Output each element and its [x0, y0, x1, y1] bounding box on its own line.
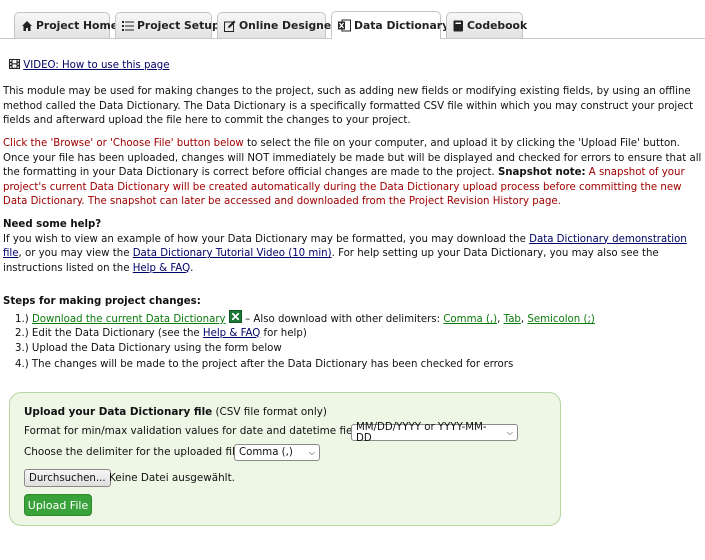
steps-list: 1.) Download the current Data Dictionary… [15, 310, 595, 372]
tab-label: Online Designer [239, 19, 337, 32]
video-link-row: VIDEO: How to use this page [9, 59, 170, 72]
tutorial-video-link[interactable]: Data Dictionary Tutorial Video (10 min) [133, 248, 332, 259]
help-section: Need some help? If you wish to view an e… [3, 218, 703, 276]
download-dictionary-link[interactable]: Download the current Data Dictionary [32, 314, 226, 325]
upload-title: Upload your Data Dictionary file [24, 406, 213, 418]
tab-project-home[interactable]: Project Home [14, 12, 118, 38]
tab-bar: Project Home Project Setup Online Design… [0, 0, 705, 39]
snapshot-label: Snapshot note: [497, 167, 586, 179]
tab-online-designer[interactable]: Online Designer [217, 12, 337, 38]
help-text: If you wish to view an example of how yo… [3, 233, 530, 245]
help-faq-link[interactable]: Help & FAQ [133, 263, 190, 274]
date-format-select[interactable]: MM/DD/YYYY or YYYY-MM-DD ⌵ [351, 421, 518, 444]
chevron-down-icon: ⌵ [308, 447, 315, 457]
tab-label: Project Setup [137, 19, 220, 32]
download-comma-link[interactable]: Comma (,) [443, 314, 497, 325]
excel-file-icon [228, 310, 242, 323]
tab-label: Codebook [467, 19, 528, 32]
video-link[interactable]: VIDEO: How to use this page [23, 60, 169, 71]
date-format-value: MM/DD/YYYY or YYYY-MM-DD [356, 421, 487, 444]
steps-heading: Steps for making project changes: [3, 296, 201, 307]
help-heading: Need some help? [3, 219, 102, 230]
tab-label: Data Dictionary [354, 19, 450, 32]
step-1: 1.) Download the current Data Dictionary… [15, 310, 595, 326]
help-faq-link-2[interactable]: Help & FAQ [203, 328, 260, 339]
date-format-label: Format for min/max validation values for… [24, 425, 371, 437]
step-4: 4.) The changes will be made to the proj… [15, 358, 514, 370]
upload-file-button[interactable]: Upload File [24, 494, 92, 516]
tab-data-dictionary[interactable]: Data Dictionary [331, 11, 449, 39]
intro-text: This module may be used for making chang… [3, 86, 694, 127]
instructions-text: Click the 'Browse' or 'Choose File' butt… [3, 137, 703, 210]
download-semicolon-link[interactable]: Semicolon (;) [527, 314, 594, 325]
book-icon [453, 19, 464, 33]
edit-icon [224, 19, 236, 33]
step-text: for help) [260, 327, 307, 339]
upload-panel: Upload your Data Dictionary file (CSV fi… [9, 392, 561, 526]
step-3: 3.) Upload the Data Dictionary using the… [15, 343, 282, 354]
delimiter-select[interactable]: Comma (,) ⌵ [234, 444, 320, 461]
delimiter-label: Choose the delimiter for the uploaded fi… [24, 446, 245, 458]
chevron-down-icon: ⌵ [506, 427, 513, 437]
tab-codebook[interactable]: Codebook [446, 12, 527, 38]
delimiter-value: Comma (,) [239, 447, 293, 458]
excel-icon [338, 19, 351, 33]
no-file-text: Keine Datei ausgewählt. [109, 472, 235, 484]
tab-label: Project Home [36, 19, 119, 32]
film-icon [9, 59, 20, 72]
step-2: 2.) Edit the Data Dictionary (see the He… [15, 326, 595, 342]
instructions-browse-note: Click the 'Browse' or 'Choose File' butt… [3, 138, 244, 149]
download-tab-link[interactable]: Tab [504, 314, 521, 325]
step-number: 1.) [15, 314, 32, 325]
upload-title-row: Upload your Data Dictionary file (CSV fi… [24, 406, 327, 418]
home-icon [21, 19, 33, 33]
step-text: – Also download with other delimiters: [241, 314, 444, 325]
browse-button[interactable]: Durchsuchen... [24, 469, 111, 487]
help-text: , or you may view the [18, 248, 133, 260]
tab-project-setup[interactable]: Project Setup [115, 12, 220, 38]
help-text: . [190, 262, 194, 274]
upload-title-note: (CSV file format only) [212, 406, 327, 418]
list-icon [122, 19, 134, 33]
step-text: 2.) Edit the Data Dictionary (see the [15, 327, 203, 339]
